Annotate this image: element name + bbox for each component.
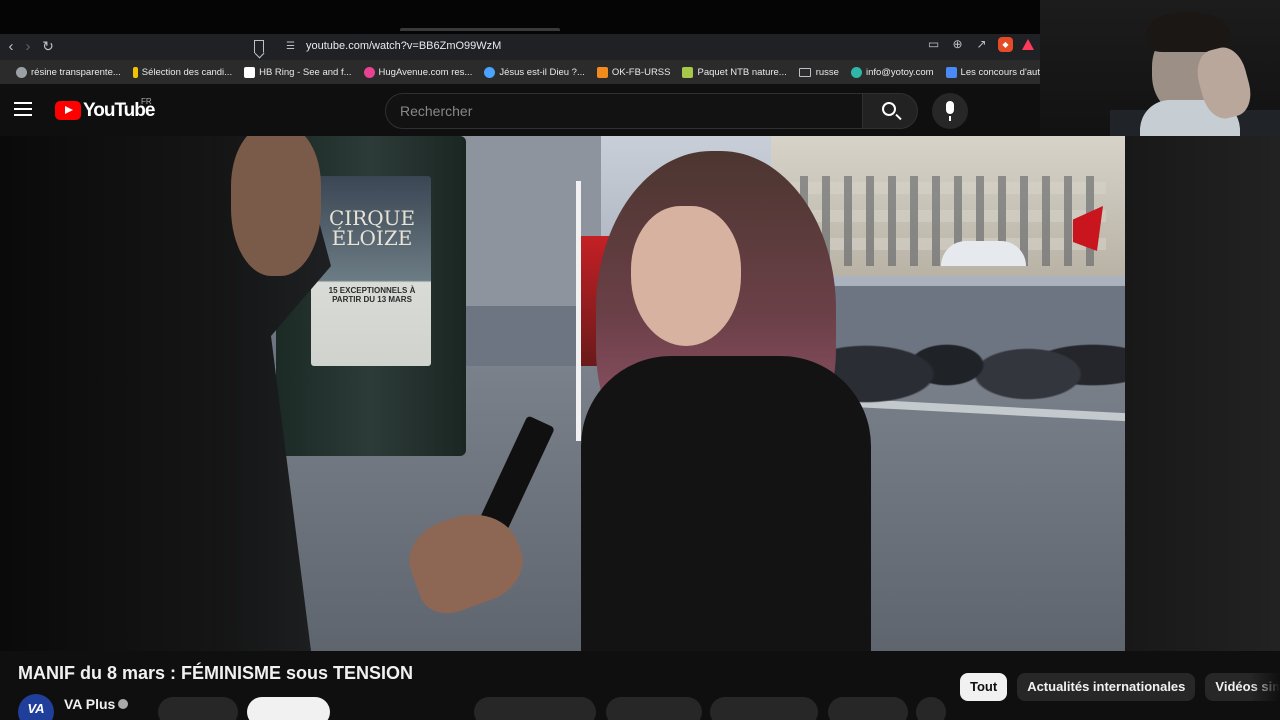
site-info-icon[interactable]: ☰ [286, 42, 296, 52]
youtube-header: YouTube FR [0, 84, 1040, 136]
subscribe-button[interactable] [247, 697, 330, 720]
search-box[interactable] [385, 93, 863, 129]
avatar[interactable]: VA [18, 694, 54, 720]
bookmark-label: russe [815, 66, 839, 78]
url-text[interactable]: youtube.com/watch?v=BB6ZmO99WzM [306, 40, 501, 52]
bookmark-item[interactable]: HugAvenue.com res... [363, 66, 473, 78]
favicon [132, 66, 138, 78]
search-icon [882, 102, 896, 116]
bookmark-label: Sélection des candi... [141, 66, 233, 78]
brave-shield-icon[interactable]: ◆ [998, 37, 1013, 52]
related-filter-chips: Tout Actualités internationales Vidéos s… [960, 673, 1280, 701]
search-button[interactable] [862, 93, 918, 129]
bookmark-folder[interactable]: russe [798, 66, 839, 78]
video-scene-poster [311, 176, 431, 366]
heart-icon [363, 66, 375, 78]
video-scene-interviewer-face [231, 136, 321, 276]
bookmark-item[interactable]: Paquet NTB nature... [682, 66, 787, 78]
bookmark-item[interactable]: résine transparente... [16, 66, 121, 78]
video-scene-person [581, 356, 871, 651]
video-scene-tent [941, 241, 1026, 266]
cast-icon[interactable]: ▭ [926, 37, 941, 52]
zoom-icon[interactable]: ⊕ [950, 37, 965, 52]
favicon [596, 66, 608, 78]
menu-icon[interactable] [14, 102, 32, 116]
bookmark-label: HB Ring - See and f... [259, 66, 352, 78]
microphone-icon [946, 101, 954, 121]
reload-icon[interactable]: ↻ [37, 34, 59, 60]
bookmark-item[interactable]: Les concours d'aute... [945, 66, 1040, 78]
bookmark-item[interactable]: HB Ring - See and f... [244, 66, 352, 78]
player-letterbox-right [1125, 136, 1280, 651]
voice-search-button[interactable] [932, 93, 968, 129]
bookmark-item[interactable]: Sélection des candi... [132, 66, 233, 78]
bookmark-label: Jésus est-il Dieu ?... [499, 66, 585, 78]
bookmark-page-icon[interactable] [254, 40, 264, 53]
bookmark-item[interactable]: OK-FB-URSS [596, 66, 671, 78]
globe-icon [16, 66, 27, 78]
more-actions-button[interactable] [916, 697, 946, 720]
region-code: FR [141, 97, 152, 106]
player-letterbox-left [0, 136, 211, 651]
folder-icon [798, 67, 811, 77]
bookmark-label: Paquet NTB nature... [697, 66, 787, 78]
bookmark-item[interactable]: info@yotoy.com [850, 66, 934, 78]
browser-toolbar: ‹ › ↻ ☰ youtube.com/watch?v=BB6ZmO99WzM … [0, 34, 1040, 60]
video-title: MANIF du 8 mars : FÉMINISME sous TENSION [18, 663, 414, 683]
bookmark-label: OK-FB-URSS [611, 66, 671, 78]
poster-title: CIRQUE ÉLOIZE [328, 206, 416, 250]
chip-international-news[interactable]: Actualités internationales [1017, 673, 1196, 701]
channel-name[interactable]: VA Plus [64, 696, 115, 712]
bookmark-item[interactable]: Jésus est-il Dieu ?... [484, 66, 585, 78]
favicon [682, 66, 694, 78]
bookmarks-bar: résine transparente... Sélection des can… [0, 60, 1040, 84]
join-button[interactable] [158, 697, 238, 720]
toolbar-actions: ▭ ⊕ ↗ ◆ [926, 37, 1034, 52]
favicon [244, 66, 256, 78]
favicon [484, 66, 496, 78]
save-button[interactable] [710, 697, 818, 720]
verified-icon [118, 699, 128, 709]
poster-subtitle: 15 EXCEPTIONNELS À PARTIR DU 13 MARS [328, 286, 416, 304]
bookmark-label: HugAvenue.com res... [378, 66, 473, 78]
favicon [850, 66, 862, 78]
browser-tab-strip [0, 0, 1040, 34]
like-dislike-button[interactable] [474, 697, 596, 720]
webcam-person-hair [1146, 12, 1230, 52]
favicon [945, 66, 957, 78]
chips-fade [1250, 670, 1280, 704]
chip-all[interactable]: Tout [960, 673, 1008, 701]
bookmark-label: info@yotoy.com [865, 66, 934, 78]
webcam-overlay [1040, 0, 1280, 136]
youtube-logo-icon[interactable] [55, 101, 81, 120]
active-tab-indicator[interactable] [400, 28, 560, 31]
address-bar[interactable]: ☰ youtube.com/watch?v=BB6ZmO99WzM [250, 36, 1030, 58]
bookmark-label: résine transparente... [31, 66, 121, 78]
bookmark-label: Les concours d'aute... [960, 66, 1040, 78]
search-input[interactable] [400, 103, 840, 119]
video-scene-person-face [631, 206, 741, 346]
share-icon[interactable]: ↗ [974, 37, 989, 52]
share-button[interactable] [606, 697, 702, 720]
thanks-button[interactable] [828, 697, 908, 720]
forward-icon[interactable]: › [17, 34, 39, 60]
video-player[interactable]: CIRQUE ÉLOIZE 15 EXCEPTIONNELS À PARTIR … [211, 136, 1125, 651]
rewards-icon[interactable] [1022, 39, 1034, 50]
